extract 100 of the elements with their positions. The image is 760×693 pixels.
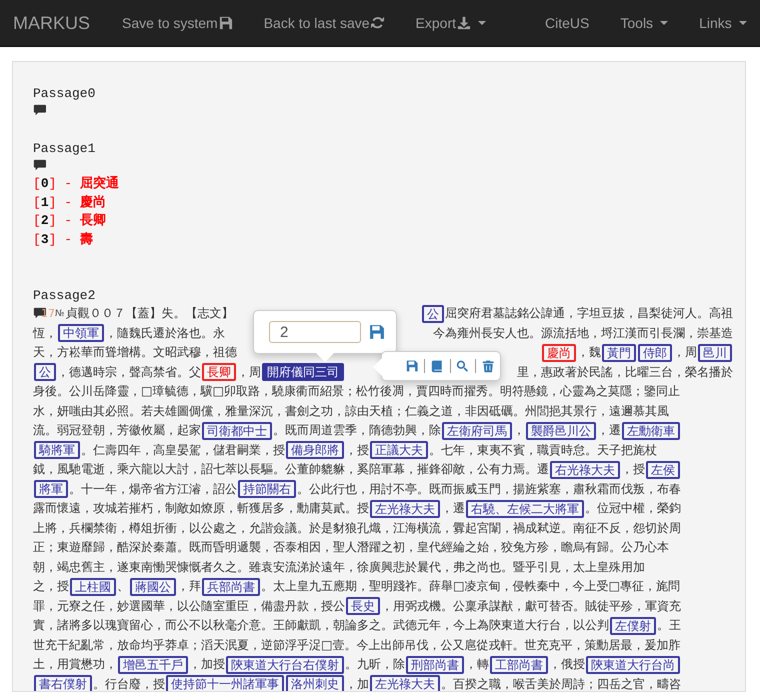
passage-text: ，拜 — [177, 578, 201, 596]
passage-text: ，德邁時宗，聲高禁省。父 — [57, 364, 201, 381]
passage-text: 上將，兵欄禁衛，樽俎折衝，以公處之，允諧僉議。於是豺狼孔熾，江海橫流，釁起宮闈，禍成弒逆。南征不反，怨切於周 — [33, 520, 681, 537]
office-tag[interactable]: 兵部尚書 — [202, 578, 260, 596]
passage-text: 屈突府君墓誌銘公諱通，字坦豆拔，昌梨徒河人。高祖 — [445, 305, 733, 322]
entity-item[interactable]: [3] - 壽 — [33, 231, 93, 250]
passage-text: 。百揆之職，喉舌美於周詩；四岳之官，疇咨 — [441, 676, 681, 691]
office-tag[interactable]: 左僕射 — [610, 616, 656, 635]
passage-text: ，周 — [237, 364, 261, 381]
office-tag[interactable]: 增邑五千戶 — [118, 656, 188, 674]
passage-text: 。太上皇九五應期，聖明踐祚。薛舉□凌京甸，侵軼秦中，今上受□專征，旄問 — [261, 578, 680, 596]
office-tag[interactable]: 中領軍 — [58, 324, 104, 342]
passage-text: ，加 — [345, 676, 369, 691]
passage-text: 露而懷遠，攻城若摧朽，制敵如燎原，斬獲居多，勳庸莫貳。授 — [33, 500, 369, 518]
passage-text: 。王 — [657, 617, 681, 634]
passage-text: ，遷 — [597, 422, 621, 440]
passage-text: ，加授 — [189, 656, 225, 674]
office-tag[interactable]: 騎將軍 — [34, 441, 80, 460]
passage-text: 土，用賞懋功， — [33, 656, 117, 674]
entity-item[interactable]: [0] - 屈突通 — [33, 175, 119, 194]
passage-text: 實，諸將多以瑰寶留心，而公不以秋毫介意。王師獻凱，朝論多之。武德元年，今上為陝東道大行台，以公判 — [33, 617, 609, 634]
office-tag[interactable]: 左光祿大夫 — [370, 675, 440, 691]
passage-text: 身後。公川岳降靈，□璋毓德，驥□卯取路，驍康衢而紹景；松竹後凋，賈四時而擢秀。明符懸鏡，心靈為之莫隱；鑒同止 — [33, 383, 680, 400]
office-tag[interactable]: 黃門 — [602, 344, 636, 362]
passage-text: 、 — [117, 578, 129, 596]
entity-item[interactable]: [2] - 長卿 — [33, 212, 106, 232]
app-title[interactable]: MARKUS — [13, 12, 90, 34]
office-tag[interactable]: 開府儀同三司 — [262, 363, 344, 382]
office-tag[interactable]: 備身郎將 — [286, 441, 344, 460]
number-mark: № — [55, 308, 64, 319]
entity-item[interactable]: [1] - 慶尚 — [33, 194, 106, 212]
office-tag[interactable]: 上柱國 — [70, 578, 116, 596]
office-tag[interactable]: 侍郎 — [638, 344, 672, 362]
office-tag[interactable]: 正議大夫 — [370, 441, 428, 460]
office-tag[interactable]: 洛州刺史 — [286, 675, 344, 691]
nav-link[interactable]: Links — [699, 15, 747, 31]
refresh-icon — [370, 16, 385, 30]
nav-link[interactable]: Back to last save — [264, 15, 385, 31]
passage-text: 之，授 — [33, 578, 69, 596]
comment-count: 17 — [41, 307, 55, 320]
office-tag[interactable]: 邑川 — [698, 344, 732, 362]
passage-text: 。公此行也，用討不亭。既而振威玉門，揚旌紫塞，肅秋霜而伐叛，布春 — [297, 480, 681, 498]
passage-text: 。九昕，除 — [345, 656, 405, 674]
nav-link[interactable]: Tools — [620, 15, 668, 31]
nav-link[interactable]: Save to system — [122, 15, 233, 31]
office-tag[interactable]: 將軍 — [34, 480, 68, 498]
passage-text: ，授 — [621, 461, 645, 478]
passage-text: 罪，元寮之任，妙選國華，以公隨室重臣，備盡丹款，授公 — [33, 598, 345, 615]
office-tag[interactable]: 司衛都中士 — [202, 422, 272, 440]
passage-text: 流。弱冠登朝，芳徽攸屬，起家 — [33, 422, 201, 440]
passage-text: 朝，竭忠舊主，遂東南慟哭慷慨者久之。雖袁安流涕於遠年，徐廣興悲於曩代，弗之尚也。暨乎引見，太上皇殊用加 — [33, 558, 645, 576]
office-tag[interactable]: 左侯 — [646, 460, 680, 479]
passage-text: 今為雍州長安人也。源流括地，埒江漢而引長瀾，崇基造 — [433, 324, 733, 342]
passage-text: ，俄授 — [549, 656, 585, 674]
number-field[interactable]: 2 — [269, 321, 361, 343]
comment-icon[interactable] — [33, 159, 46, 172]
office-tag[interactable]: 襲爵邑川公 — [526, 422, 596, 440]
passage-text: 。既而周道雲季，隋德勃興，除 — [273, 422, 441, 440]
passage-text: ， — [513, 422, 525, 440]
passage-text: ，魏 — [577, 344, 601, 362]
nav-link[interactable]: Export — [416, 15, 486, 31]
office-tag[interactable]: 書右僕射 — [34, 675, 92, 691]
office-tag[interactable]: 持節關右 — [238, 480, 296, 498]
office-tag[interactable]: 陝東道大行台右僕射 — [226, 656, 344, 674]
passage-text: 鉞，風馳電逝，乘六龍以大討，詔七萃以長驅。公董帥貔貅，奚陪軍幕，摧鋒卻敵，公有力焉。遷 — [33, 461, 549, 478]
office-tag[interactable]: 公 — [422, 304, 444, 323]
passage-text: ，遷 — [441, 500, 465, 518]
office-tag[interactable]: 左勳衛車 — [622, 422, 680, 440]
office-tag[interactable]: 右光祿大夫 — [550, 460, 620, 479]
passage-text: ，周 — [673, 344, 697, 362]
passage-title: Passage1 — [33, 140, 96, 157]
office-tag[interactable]: 右驍、左候二大將軍 — [466, 500, 584, 518]
passage-text: ，轉 — [465, 656, 489, 674]
search-icon[interactable] — [456, 358, 469, 374]
passage-text: 。七年，東夷不賓，職貢時怠。天子把旄杖 — [429, 442, 657, 459]
office-tag[interactable]: 左衛府司馬 — [442, 422, 512, 440]
passage-text: 正；東遊靡歸，酷深於秦蕭。既而昏明遞襲，否泰相因，聖人潛躍之初，皇代經綸之始，狡兔方殄，瞻烏有歸。公乃心本 — [33, 539, 669, 556]
passage-text: ，授 — [345, 442, 369, 459]
passage-text: 。仁壽四年，高皇晏駕，儲君嗣業，授 — [81, 442, 285, 459]
comment-icon[interactable] — [33, 104, 46, 117]
office-tag[interactable]: 長史 — [346, 597, 380, 616]
office-tag[interactable]: 陝東道大行台尚 — [586, 656, 680, 674]
office-tag[interactable]: 使持節十一州諸軍事 — [166, 675, 284, 691]
book-icon[interactable] — [431, 358, 444, 374]
passage-text: ，用弼戎機。公稟承謀猷，獻可替否。賊徒平殄，軍資充 — [381, 598, 681, 615]
download-icon — [457, 16, 472, 30]
passage-title: Passage0 — [33, 85, 96, 102]
office-tag[interactable]: 工部尚書 — [490, 656, 548, 674]
passage-title: Passage2 — [33, 286, 96, 304]
passage-text: 水，妍嗤由其必照。若夫雄圖倜儻，雅量深沉，書劍之功，諒由天植；仁義之道，非因砥礪。州閭挹其景行，遠邇慕其風 — [33, 402, 669, 420]
trash-icon[interactable] — [482, 358, 494, 374]
passage-text: 。行台廢，授 — [93, 676, 165, 691]
office-tag[interactable]: 刑部尚書 — [406, 656, 464, 674]
office-tag[interactable]: 左光祿大夫 — [370, 500, 440, 518]
person-tag[interactable]: 長卿 — [202, 363, 236, 382]
office-tag[interactable]: 蔣國公 — [130, 578, 176, 596]
nav-link[interactable]: CiteUS — [545, 15, 590, 31]
passage-text: 恆， — [33, 324, 57, 342]
office-tag[interactable]: 公 — [34, 363, 56, 382]
person-tag[interactable]: 慶尚 — [542, 344, 576, 362]
